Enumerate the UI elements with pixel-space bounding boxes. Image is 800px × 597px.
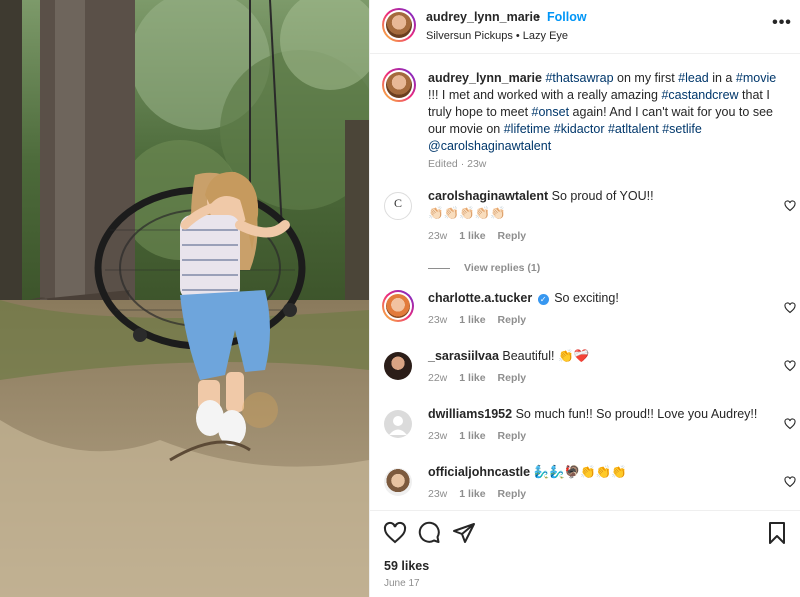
comment-likes[interactable]: 1 like	[459, 430, 485, 442]
comment-username[interactable]: charlotte.a.tucker	[428, 291, 532, 305]
caption-text-part: in a	[712, 71, 736, 85]
reply-button[interactable]: Reply	[498, 488, 527, 500]
comment-username[interactable]: dwilliams1952	[428, 407, 512, 421]
caption-text-part: !!! I met and worked with a really amazi…	[428, 88, 662, 102]
separator-dot: •	[536, 10, 541, 24]
comment-likes[interactable]: 1 like	[459, 372, 485, 384]
comment-emoji: 👏❤️‍🩹	[558, 349, 590, 363]
caption-hashtag[interactable]: #castandcrew	[661, 88, 738, 102]
comment-time: 23w	[428, 314, 448, 326]
post-date: June 17	[384, 578, 420, 589]
caption-hashtag[interactable]: #lead	[678, 71, 709, 85]
caption-hashtag[interactable]: #thatsawrap	[545, 71, 613, 85]
comment-like-heart-icon[interactable]	[784, 360, 796, 372]
comment-likes[interactable]: 1 like	[459, 230, 485, 242]
comment-text: dwilliams1952 So much fun!! So proud!! L…	[428, 406, 768, 423]
comment-meta: 23w 1 like Reply	[428, 430, 526, 442]
comment-username[interactable]: _sarasiilvaa	[428, 349, 499, 363]
comment-text: officialjohncastle 🧞‍♂️🧞‍♂️🦃👏👏👏	[428, 464, 768, 481]
commenter-avatar[interactable]	[384, 468, 412, 496]
view-replies-button[interactable]: View replies (1)	[428, 262, 540, 274]
caption-hashtag[interactable]: #setlife	[662, 122, 702, 136]
likes-count[interactable]: 59 likes	[384, 559, 429, 573]
action-bar: 59 likes June 17	[370, 510, 800, 597]
post-header: audrey_lynn_marie • Follow Silversun Pic…	[370, 0, 800, 54]
post-sidebar: audrey_lynn_marie • Follow Silversun Pic…	[369, 0, 800, 597]
verified-badge-icon: ✓	[537, 294, 549, 305]
comment-time: 23w	[428, 430, 448, 442]
reply-button[interactable]: Reply	[498, 372, 527, 384]
reply-button[interactable]: Reply	[498, 430, 527, 442]
commenter-avatar[interactable]	[382, 290, 414, 322]
caption-hashtag[interactable]: #kidactor	[554, 122, 605, 136]
caption-meta: Edited · 23w	[428, 158, 487, 170]
commenter-avatar[interactable]	[384, 410, 412, 438]
comment-time: 23w	[428, 488, 448, 500]
caption-username[interactable]: audrey_lynn_marie	[428, 71, 542, 85]
comment-meta: 22w 1 like Reply	[428, 372, 526, 384]
comment-emoji: 🧞‍♂️🧞‍♂️🦃👏👏👏	[533, 465, 627, 479]
comment-likes[interactable]: 1 like	[459, 488, 485, 500]
caption-hashtag[interactable]: #lifetime	[504, 122, 551, 136]
caption-text: audrey_lynn_marie #thatsawrap on my firs…	[428, 70, 788, 155]
view-replies-label: View replies (1)	[464, 262, 541, 274]
comment-body: So exciting!	[554, 291, 619, 305]
comment-icon[interactable]	[417, 521, 441, 545]
caption-hashtag[interactable]: #atltalent	[608, 122, 659, 136]
more-options-icon[interactable]: •••	[771, 14, 793, 34]
comment-like-heart-icon[interactable]	[784, 200, 796, 212]
post-dialog: audrey_lynn_marie • Follow Silversun Pic…	[0, 0, 800, 597]
follow-button[interactable]: Follow	[547, 10, 587, 24]
comment-meta: 23w 1 like Reply	[428, 314, 526, 326]
comment-like-heart-icon[interactable]	[784, 476, 796, 488]
reply-button[interactable]: Reply	[498, 230, 527, 242]
heart-icon[interactable]	[383, 521, 407, 545]
commenter-avatar[interactable]: C	[384, 192, 412, 220]
comment-body: So much fun!! So proud!! Love you Audrey…	[515, 407, 758, 421]
comment-time: 23w	[428, 230, 448, 242]
author-avatar[interactable]	[382, 8, 416, 42]
comment-body: So proud of YOU!!	[551, 189, 654, 203]
caption-hashtag[interactable]: #movie	[736, 71, 776, 85]
comment-meta: 23w 1 like Reply	[428, 488, 526, 500]
share-icon[interactable]	[452, 521, 476, 545]
comment-likes[interactable]: 1 like	[459, 314, 485, 326]
author-username[interactable]: audrey_lynn_marie	[426, 10, 540, 24]
commenter-avatar[interactable]	[384, 352, 412, 380]
comment-username[interactable]: officialjohncastle	[428, 465, 530, 479]
bookmark-icon[interactable]	[765, 521, 789, 545]
caption-hashtag[interactable]: #onset	[532, 105, 570, 119]
caption-avatar[interactable]	[382, 68, 416, 102]
divider-line	[428, 267, 450, 269]
reply-button[interactable]: Reply	[498, 314, 527, 326]
post-media[interactable]	[0, 0, 369, 597]
comment-meta: 23w 1 like Reply	[428, 230, 526, 242]
comment-text: charlotte.a.tucker ✓ So exciting!	[428, 290, 768, 307]
comment-username[interactable]: carolshaginawtalent	[428, 189, 548, 203]
comment-emoji: 👏🏻👏🏻👏🏻👏🏻👏🏻	[428, 206, 506, 220]
comment-time: 22w	[428, 372, 448, 384]
comment-text: _sarasiilvaa Beautiful! 👏❤️‍🩹	[428, 348, 768, 365]
comment-like-heart-icon[interactable]	[784, 302, 796, 314]
audio-track[interactable]: Silversun Pickups • Lazy Eye	[426, 30, 568, 42]
comment-body: Beautiful!	[502, 349, 555, 363]
caption-hashtag[interactable]: @carolshaginawtalent	[428, 139, 551, 153]
comment-like-heart-icon[interactable]	[784, 418, 796, 430]
caption-text-part: on my first	[617, 71, 679, 85]
post-photo	[0, 0, 369, 597]
comment-text: carolshaginawtalent So proud of YOU!! 👏🏻…	[428, 188, 768, 222]
